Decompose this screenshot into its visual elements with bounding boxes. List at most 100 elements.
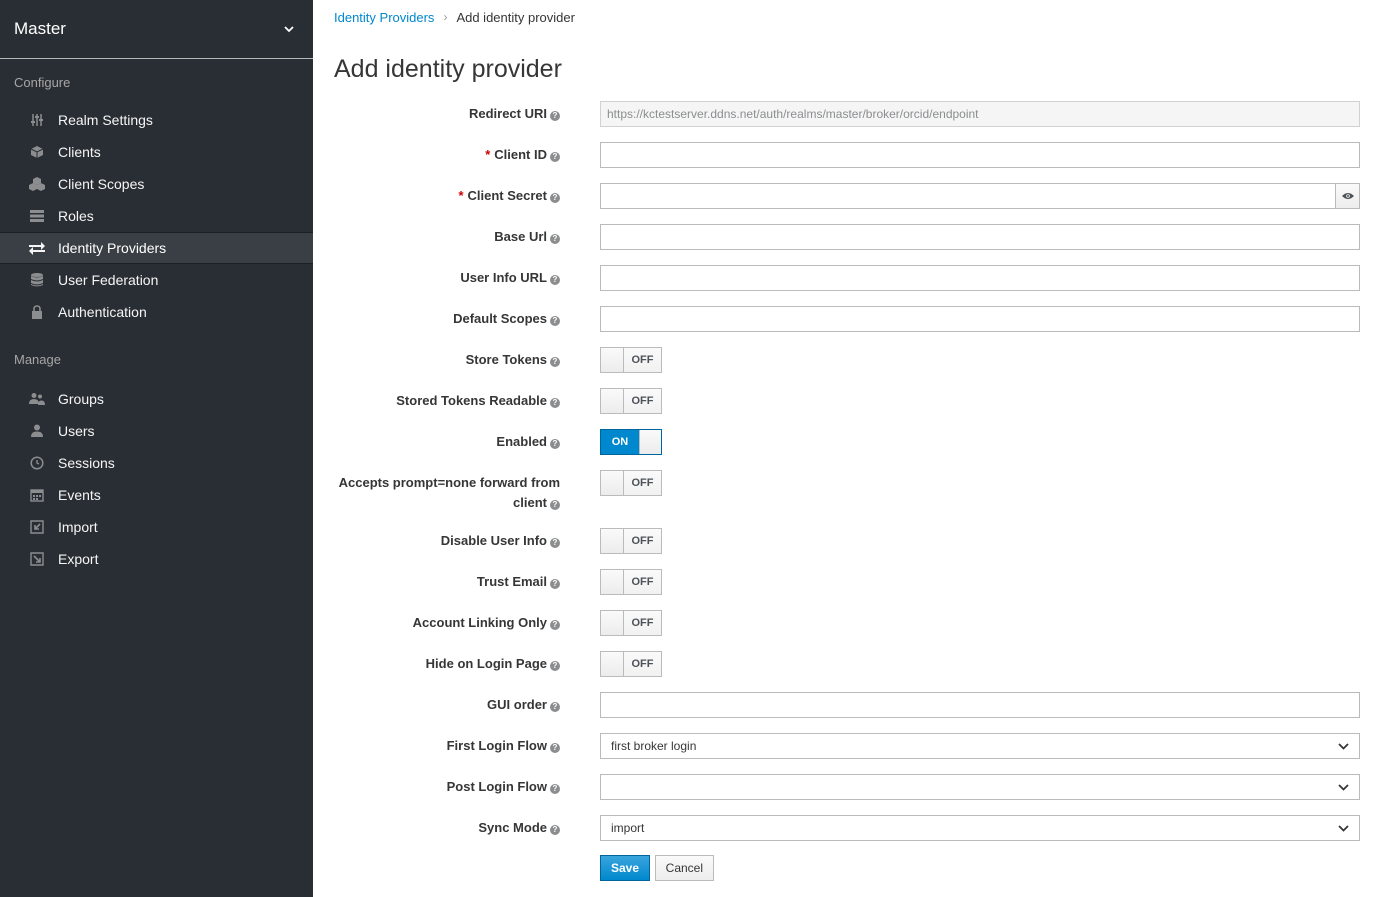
- accepts-prompt-toggle[interactable]: OFF: [600, 470, 662, 496]
- main-content: Identity Providers › Add identity provid…: [313, 0, 1387, 897]
- manage-section-label: Manage: [14, 352, 61, 367]
- sidebar: Master Configure Realm Settings Clients …: [0, 0, 313, 897]
- enabled-label: Enabled?: [320, 432, 560, 452]
- sidebar-item-sessions[interactable]: Sessions: [0, 447, 313, 479]
- stored-tokens-readable-toggle[interactable]: OFF: [600, 388, 662, 414]
- user-icon: [28, 422, 46, 440]
- help-icon[interactable]: ?: [550, 579, 560, 589]
- toggle-knob: [601, 529, 623, 553]
- sliders-icon: [28, 111, 46, 129]
- import-icon: [28, 518, 46, 536]
- store-tokens-toggle[interactable]: OFF: [600, 347, 662, 373]
- help-icon[interactable]: ?: [550, 620, 560, 630]
- cancel-button[interactable]: Cancel: [654, 855, 715, 881]
- client-id-input[interactable]: [600, 142, 1360, 168]
- breadcrumb-current: Add identity provider: [456, 9, 575, 25]
- sidebar-item-clients[interactable]: Clients: [0, 136, 313, 168]
- help-icon[interactable]: ?: [550, 538, 560, 548]
- sidebar-item-roles[interactable]: Roles: [0, 200, 313, 232]
- chevron-down-icon: [284, 26, 294, 33]
- sync-mode-select[interactable]: import: [600, 815, 1360, 841]
- default-scopes-input[interactable]: [600, 306, 1360, 332]
- eye-icon: [1341, 193, 1354, 199]
- toggle-state: OFF: [623, 471, 661, 495]
- cubes-icon: [28, 175, 46, 193]
- toggle-knob: [601, 652, 623, 676]
- select-value: first broker login: [611, 739, 697, 753]
- client-secret-label: * Client Secret?: [320, 186, 560, 206]
- post-login-flow-select[interactable]: [600, 774, 1360, 800]
- sidebar-item-export[interactable]: Export: [0, 543, 313, 575]
- help-icon[interactable]: ?: [550, 152, 560, 162]
- sidebar-item-label: Authentication: [58, 304, 147, 320]
- help-icon[interactable]: ?: [550, 500, 560, 510]
- disable-user-info-label: Disable User Info?: [320, 531, 560, 551]
- toggle-state: OFF: [623, 611, 661, 635]
- hide-on-login-page-label: Hide on Login Page?: [320, 654, 560, 674]
- user-info-url-input[interactable]: [600, 265, 1360, 291]
- hide-on-login-page-toggle[interactable]: OFF: [600, 651, 662, 677]
- help-icon[interactable]: ?: [550, 661, 560, 671]
- help-icon[interactable]: ?: [550, 439, 560, 449]
- database-icon: [28, 271, 46, 289]
- first-login-flow-select[interactable]: first broker login: [600, 733, 1360, 759]
- help-icon[interactable]: ?: [550, 743, 560, 753]
- save-button[interactable]: Save: [600, 855, 651, 881]
- toggle-state: OFF: [623, 389, 661, 413]
- calendar-icon: [28, 486, 46, 504]
- toggle-knob: [601, 471, 623, 495]
- toggle-state: OFF: [623, 529, 661, 553]
- help-icon[interactable]: ?: [550, 825, 560, 835]
- enabled-toggle[interactable]: ON: [600, 429, 662, 455]
- account-linking-only-toggle[interactable]: OFF: [600, 610, 662, 636]
- list-icon: [28, 207, 46, 225]
- help-icon[interactable]: ?: [550, 234, 560, 244]
- toggle-state: ON: [601, 430, 639, 454]
- sidebar-item-label: Sessions: [58, 455, 115, 471]
- help-icon[interactable]: ?: [550, 784, 560, 794]
- sidebar-item-label: Clients: [58, 144, 101, 160]
- show-secret-button[interactable]: [1335, 183, 1360, 209]
- help-icon[interactable]: ?: [550, 193, 560, 203]
- disable-user-info-toggle[interactable]: OFF: [600, 528, 662, 554]
- client-secret-input[interactable]: [600, 183, 1335, 209]
- realm-selector[interactable]: Master: [0, 0, 313, 59]
- sidebar-item-groups[interactable]: Groups: [0, 383, 313, 415]
- page-title: Add identity provider: [334, 55, 562, 83]
- chevron-down-icon: [1338, 824, 1349, 832]
- redirect-uri-label: Redirect URI?: [320, 104, 560, 124]
- help-icon[interactable]: ?: [550, 357, 560, 367]
- sidebar-item-label: Identity Providers: [58, 240, 167, 256]
- realm-name: Master: [14, 19, 66, 38]
- sidebar-item-realm-settings[interactable]: Realm Settings: [0, 104, 313, 136]
- sidebar-item-users[interactable]: Users: [0, 415, 313, 447]
- sidebar-item-import[interactable]: Import: [0, 511, 313, 543]
- toggle-knob: [601, 389, 623, 413]
- help-icon[interactable]: ?: [550, 398, 560, 408]
- help-icon[interactable]: ?: [550, 316, 560, 326]
- help-icon[interactable]: ?: [550, 275, 560, 285]
- help-icon[interactable]: ?: [550, 702, 560, 712]
- base-url-input[interactable]: [600, 224, 1360, 250]
- redirect-uri-field[interactable]: https://kctestserver.ddns.net/auth/realm…: [600, 101, 1360, 127]
- sidebar-item-identity-providers[interactable]: Identity Providers: [0, 232, 313, 264]
- toggle-knob: [601, 611, 623, 635]
- users-icon: [28, 390, 46, 408]
- sidebar-item-label: Realm Settings: [58, 112, 153, 128]
- breadcrumb-identity-providers-link[interactable]: Identity Providers: [334, 10, 434, 25]
- sidebar-item-authentication[interactable]: Authentication: [0, 296, 313, 328]
- gui-order-label: GUI order?: [320, 695, 560, 715]
- sidebar-item-label: Import: [58, 519, 98, 535]
- gui-order-input[interactable]: [600, 692, 1360, 718]
- sync-mode-label: Sync Mode?: [320, 818, 560, 838]
- toggle-state: OFF: [623, 348, 661, 372]
- sidebar-item-events[interactable]: Events: [0, 479, 313, 511]
- toggle-state: OFF: [623, 570, 661, 594]
- sidebar-item-user-federation[interactable]: User Federation: [0, 264, 313, 296]
- trust-email-toggle[interactable]: OFF: [600, 569, 662, 595]
- toggle-knob: [639, 430, 661, 454]
- sidebar-item-client-scopes[interactable]: Client Scopes: [0, 168, 313, 200]
- accepts-prompt-label: Accepts prompt=none forward from client?: [338, 475, 560, 510]
- clock-icon: [28, 454, 46, 472]
- help-icon[interactable]: ?: [550, 111, 560, 121]
